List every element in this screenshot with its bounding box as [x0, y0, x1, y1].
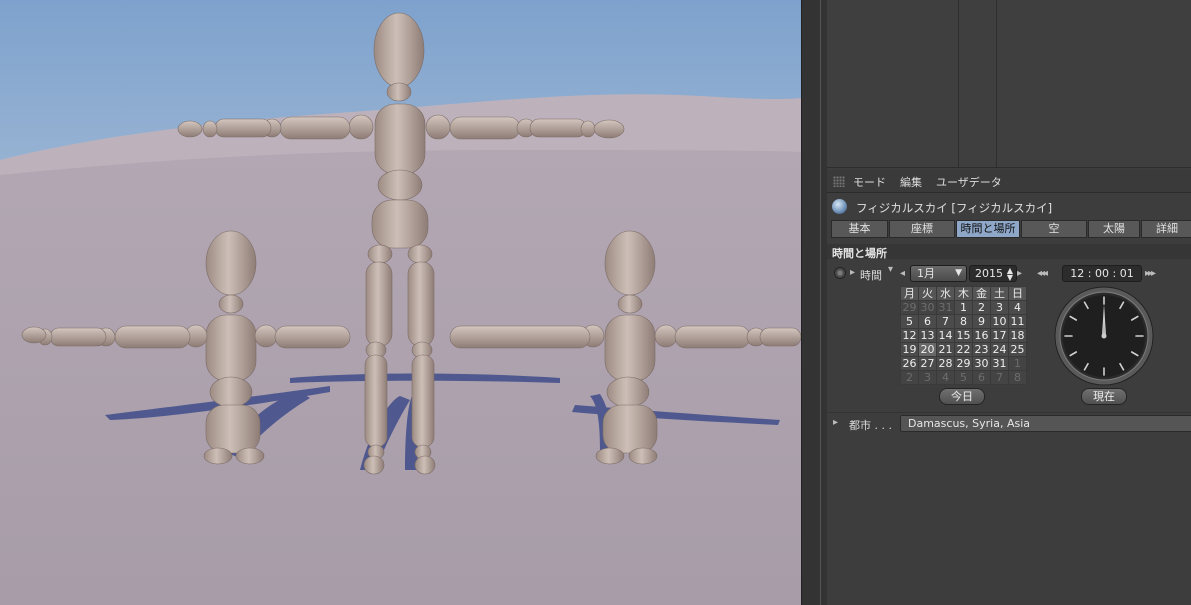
city-label[interactable]: 都市 . . .	[849, 417, 892, 433]
calendar-day[interactable]: 7	[990, 370, 1009, 385]
rewind-icon[interactable]: ◂◂◂	[1037, 268, 1048, 279]
time-options-arrow-icon[interactable]: ▾	[888, 264, 893, 275]
object-title: フィジカルスカイ [フィジカルスカイ]	[856, 201, 1053, 215]
calendar-day[interactable]: 22	[954, 342, 973, 357]
weekday-header: 土	[990, 286, 1009, 301]
calendar-day[interactable]: 7	[936, 314, 955, 329]
calendar-day[interactable]: 14	[936, 328, 955, 343]
calendar-day[interactable]: 1	[954, 300, 973, 315]
calendar-day[interactable]: 17	[990, 328, 1009, 343]
calendar-day[interactable]: 6	[918, 314, 937, 329]
grip-icon[interactable]	[833, 176, 845, 187]
animate-radio[interactable]	[834, 267, 846, 279]
weekday-header: 水	[936, 286, 955, 301]
calendar-day[interactable]: 31	[990, 356, 1009, 371]
attributes-panel: モード 編集 ユーザデータ フィジカルスカイ [フィジカルスカイ] 基本 座標 …	[827, 0, 1191, 605]
object-title-row: フィジカルスカイ [フィジカルスカイ]	[827, 196, 1191, 218]
month-value: 1月	[917, 267, 935, 280]
viewport-scene	[0, 12, 801, 605]
tab-details[interactable]: 詳細	[1141, 220, 1191, 238]
calendar-day[interactable]: 11	[1008, 314, 1027, 329]
now-button[interactable]: 現在	[1081, 388, 1127, 405]
calendar-day[interactable]: 5	[954, 370, 973, 385]
calendar-day[interactable]: 27	[918, 356, 937, 371]
calendar-day[interactable]: 19	[900, 342, 919, 357]
calendar-day[interactable]: 15	[954, 328, 973, 343]
chevron-down-icon: ▼	[955, 268, 962, 278]
prev-month-icon[interactable]: ◂	[900, 268, 905, 279]
analog-clock[interactable]	[1054, 286, 1154, 386]
attributes-menubar: モード 編集 ユーザデータ	[827, 170, 1191, 193]
menu-edit[interactable]: 編集	[900, 174, 922, 190]
calendar-day[interactable]: 23	[972, 342, 991, 357]
calendar-day[interactable]: 8	[1008, 370, 1027, 385]
section-title: 時間と場所	[832, 247, 887, 260]
clock-time-value: 12 : 00 : 01	[1070, 267, 1134, 280]
weekday-header: 月	[900, 286, 919, 301]
weekday-header: 日	[1008, 286, 1027, 301]
calendar-day[interactable]: 16	[972, 328, 991, 343]
calendar-day[interactable]: 18	[1008, 328, 1027, 343]
tab-sky[interactable]: 空	[1021, 220, 1087, 238]
calendar-day[interactable]: 3	[918, 370, 937, 385]
expand-city-icon[interactable]: ▸	[833, 417, 838, 428]
city-row: ▸ 都市 . . . Damascus, Syria, Asia	[827, 412, 1191, 433]
weekday-header: 金	[972, 286, 991, 301]
calendar-day[interactable]: 2	[900, 370, 919, 385]
expand-arrow-icon[interactable]: ▸	[850, 267, 855, 278]
city-value: Damascus, Syria, Asia	[908, 417, 1030, 430]
calendar-day[interactable]: 12	[900, 328, 919, 343]
object-manager-area[interactable]	[827, 0, 1191, 168]
calendar-day[interactable]: 24	[990, 342, 1009, 357]
year-stepper[interactable]: 2015 ▲ ▼	[969, 265, 1017, 282]
stepper-arrows-icon[interactable]: ▲ ▼	[1007, 267, 1013, 282]
calendar-day[interactable]: 9	[972, 314, 991, 329]
year-value: 2015	[975, 267, 1003, 280]
calendar-day[interactable]: 8	[954, 314, 973, 329]
panel-splitter[interactable]	[801, 0, 828, 605]
calendar-day-selected[interactable]: 20	[918, 342, 937, 357]
calendar-day[interactable]: 29	[900, 300, 919, 315]
clock-time-field[interactable]: 12 : 00 : 01	[1062, 265, 1142, 282]
menu-userdata[interactable]: ユーザデータ	[936, 174, 1002, 190]
tab-time-location[interactable]: 時間と場所	[956, 220, 1020, 238]
month-select[interactable]: 1月 ▼	[910, 265, 967, 282]
calendar-day[interactable]: 30	[918, 300, 937, 315]
calendar-day[interactable]: 5	[900, 314, 919, 329]
tab-coord[interactable]: 座標	[889, 220, 955, 238]
tab-basic[interactable]: 基本	[831, 220, 888, 238]
today-button[interactable]: 今日	[939, 388, 985, 405]
calendar-day[interactable]: 26	[900, 356, 919, 371]
menu-mode[interactable]: モード	[853, 174, 886, 190]
calendar-day[interactable]: 30	[972, 356, 991, 371]
weekday-header: 火	[918, 286, 937, 301]
3d-viewport[interactable]	[0, 0, 801, 605]
calendar-day[interactable]: 25	[1008, 342, 1027, 357]
time-label: 時間	[860, 269, 882, 282]
calendar-day[interactable]: 4	[1008, 300, 1027, 315]
section-header: 時間と場所	[827, 244, 1191, 260]
calendar-day[interactable]: 4	[936, 370, 955, 385]
calendar-day[interactable]: 31	[936, 300, 955, 315]
calendar-day[interactable]: 10	[990, 314, 1009, 329]
forward-icon[interactable]: ▸▸▸	[1145, 268, 1156, 279]
calendar-day[interactable]: 3	[990, 300, 1009, 315]
attribute-tabs: 基本 座標 時間と場所 空 太陽 詳細	[831, 220, 1191, 238]
calendar-day[interactable]: 29	[954, 356, 973, 371]
calendar-day[interactable]: 21	[936, 342, 955, 357]
calendar-day[interactable]: 13	[918, 328, 937, 343]
weekday-header: 木	[954, 286, 973, 301]
calendar-day[interactable]: 6	[972, 370, 991, 385]
tab-sun[interactable]: 太陽	[1088, 220, 1140, 238]
city-field[interactable]: Damascus, Syria, Asia	[900, 415, 1191, 432]
calendar-day[interactable]: 1	[1008, 356, 1027, 371]
next-month-icon[interactable]: ▸	[1017, 268, 1022, 279]
calendar-grid: 月 火 水 木 金 土 日 29 30 31 1 2 3 4 5 6 7 8 9…	[900, 286, 1027, 385]
calendar-day[interactable]: 28	[936, 356, 955, 371]
physical-sky-icon	[832, 199, 847, 214]
calendar-day[interactable]: 2	[972, 300, 991, 315]
